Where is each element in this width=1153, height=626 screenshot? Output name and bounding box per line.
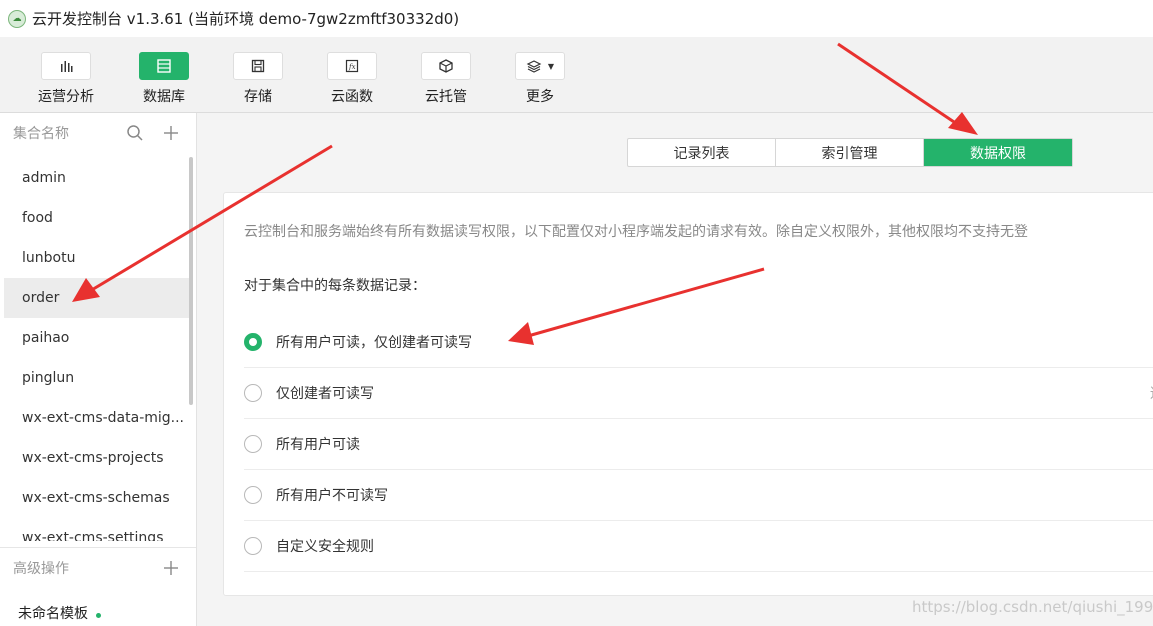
database-icon [157,59,171,73]
function-icon: fx [345,59,359,73]
toolbar-functions[interactable]: fx 云函数 [319,52,385,106]
database-button[interactable] [139,52,189,80]
collection-item[interactable]: paihao [4,318,190,358]
collection-list: admin food lunbotu order paihao pinglun … [0,158,190,541]
toolbar-label: 云函数 [331,89,373,105]
collection-item-selected[interactable]: order [4,278,190,318]
permission-option[interactable]: 仅创建者可读写 适 [244,368,1153,419]
radio[interactable] [244,486,262,504]
collection-item[interactable]: admin [4,158,190,198]
collection-item[interactable]: lunbotu [4,238,190,278]
toolbar-label: 云托管 [425,89,467,105]
permission-option-label: 自定义安全规则 [276,539,374,555]
chevron-down-icon: ▼ [547,61,555,71]
permissions-panel: 云控制台和服务端始终有所有数据读写权限，以下配置仅对小程序端发起的请求有效。除自… [223,192,1153,596]
add-template-icon[interactable] [162,559,180,577]
collections-header-label: 集合名称 [13,126,69,142]
functions-button[interactable]: fx [327,52,377,80]
permissions-description: 云控制台和服务端始终有所有数据读写权限，以下配置仅对小程序端发起的请求有效。除自… [244,224,1028,240]
collection-item[interactable]: wx-ext-cms-settings [4,518,190,541]
template-item[interactable]: 未命名模板 [18,603,101,623]
collection-item[interactable]: food [4,198,190,238]
advanced-header: 高级操作 [0,548,196,588]
title-bar: ☁ 云开发控制台 v1.3.61 (当前环境 demo-7gw2zmftf303… [0,0,1153,37]
collection-scrollbar[interactable] [189,157,193,405]
main-toolbar: 运营分析 数据库 存储 fx 云函数 云托管 ▼ 更多 [0,37,1153,113]
toolbar-more[interactable]: ▼ 更多 [507,52,573,106]
collections-header: 集合名称 [0,113,196,153]
tab-permissions[interactable]: 数据权限 [924,139,1072,166]
svg-text:fx: fx [348,63,356,71]
bar-chart-icon [61,61,73,72]
app-logo-icon: ☁ [8,9,26,28]
collection-item[interactable]: wx-ext-cms-schemas [4,478,190,518]
toolbar-database[interactable]: 数据库 [131,52,197,106]
collection-item[interactable]: wx-ext-cms-data-mig... [4,398,190,438]
toolbar-label: 更多 [526,89,554,105]
search-icon[interactable] [126,124,144,142]
template-item-label: 未命名模板 [18,606,88,622]
permission-option-label: 仅创建者可读写 [276,386,374,402]
permission-option-label: 所有用户可读，仅创建者可读写 [276,335,472,351]
permission-option[interactable]: 所有用户可读 [244,419,1153,470]
hosting-button[interactable] [421,52,471,80]
collection-item[interactable]: wx-ext-cms-projects [4,438,190,478]
save-disk-icon [251,59,265,73]
advanced-header-label: 高级操作 [13,561,69,577]
layers-icon [526,60,542,73]
window-title: 云开发控制台 v1.3.61 (当前环境 demo-7gw2zmftf30332… [32,10,460,28]
radio-checked[interactable] [244,333,262,351]
permission-option[interactable]: 自定义安全规则 [244,521,1153,572]
add-collection-icon[interactable] [162,124,180,142]
toolbar-label: 存储 [244,89,272,105]
toolbar-hosting[interactable]: 云托管 [413,52,479,106]
permission-option-label: 所有用户可读 [276,437,360,453]
toolbar-analytics[interactable]: 运营分析 [33,52,99,106]
toolbar-label: 数据库 [143,89,185,105]
cube-icon [439,59,453,73]
collection-item[interactable]: pinglun [4,358,190,398]
toolbar-label: 运营分析 [38,89,94,105]
permission-option-label: 所有用户不可读写 [276,488,388,504]
analytics-button[interactable] [41,52,91,80]
tab-indexes[interactable]: 索引管理 [776,139,924,166]
toolbar-storage[interactable]: 存储 [225,52,291,106]
advanced-section: 高级操作 [0,547,196,588]
tab-records[interactable]: 记录列表 [628,139,776,166]
watermark: https://blog.csdn.net/qiushi_1990 [912,598,1153,616]
permission-option[interactable]: 所有用户不可读写 [244,470,1153,521]
permissions-question: 对于集合中的每条数据记录： [244,278,426,294]
radio[interactable] [244,384,262,402]
data-tabs: 记录列表 索引管理 数据权限 [627,138,1073,167]
permission-option[interactable]: 所有用户可读，仅创建者可读写 [244,317,1153,368]
storage-button[interactable] [233,52,283,80]
radio[interactable] [244,537,262,555]
collection-sidebar: 集合名称 admin food lunbotu order paihao pin… [0,113,197,626]
radio[interactable] [244,435,262,453]
status-dot [96,612,101,618]
more-button[interactable]: ▼ [515,52,565,80]
